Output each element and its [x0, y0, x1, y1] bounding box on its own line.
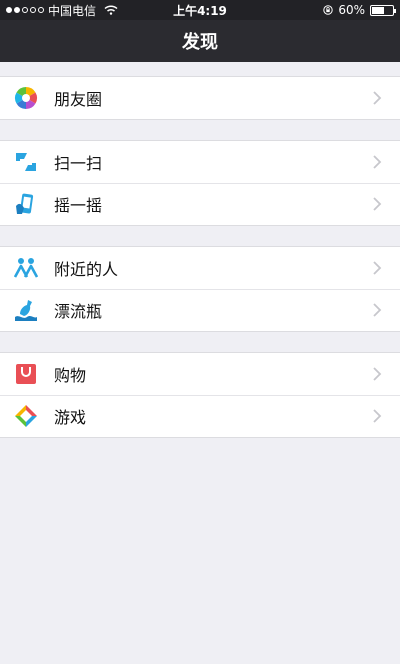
shopping-icon	[14, 362, 38, 386]
drift-bottle-row[interactable]: 漂流瓶	[0, 289, 400, 331]
shake-row[interactable]: 摇一摇	[0, 183, 400, 225]
chevron-right-icon	[373, 155, 382, 169]
chevron-right-icon	[373, 91, 382, 105]
shake-icon	[14, 192, 38, 216]
scan-row[interactable]: 扫一扫	[0, 141, 400, 183]
moments-row[interactable]: 朋友圈	[0, 77, 400, 119]
signal-strength-icon	[6, 7, 44, 13]
shopping-row[interactable]: 购物	[0, 353, 400, 395]
chevron-right-icon	[373, 197, 382, 211]
discover-list: 朋友圈 扫一扫 摇一摇 附近的人 漂流瓶 购物 游戏	[0, 62, 400, 438]
chevron-right-icon	[373, 367, 382, 381]
group-scan-shake: 扫一扫 摇一摇	[0, 140, 400, 226]
shopping-label: 购物	[54, 366, 87, 385]
games-row[interactable]: 游戏	[0, 395, 400, 437]
games-label: 游戏	[54, 408, 87, 427]
group-shop-games: 购物 游戏	[0, 352, 400, 438]
carrier-name: 中国电信	[48, 3, 97, 18]
shake-label: 摇一摇	[54, 196, 103, 215]
people-nearby-row[interactable]: 附近的人	[0, 247, 400, 289]
drift-bottle-label: 漂流瓶	[54, 302, 103, 321]
scan-label: 扫一扫	[54, 154, 103, 173]
scan-icon	[14, 150, 38, 174]
games-icon	[14, 404, 38, 428]
group-nearby-bottle: 附近的人 漂流瓶	[0, 246, 400, 332]
people-nearby-label: 附近的人	[54, 260, 119, 279]
chevron-right-icon	[373, 261, 382, 275]
wifi-icon	[104, 5, 118, 15]
moments-icon	[14, 86, 38, 110]
chevron-right-icon	[373, 409, 382, 423]
status-bar: 中国电信 上午4:19 60%	[0, 0, 400, 20]
chevron-right-icon	[373, 303, 382, 317]
moments-label: 朋友圈	[54, 90, 103, 109]
people-nearby-icon	[14, 256, 38, 280]
battery-percent: 60%	[338, 3, 365, 17]
battery-icon	[370, 4, 396, 16]
nav-bar: 发现	[0, 20, 400, 62]
drift-bottle-icon	[14, 298, 38, 322]
orientation-lock-icon	[323, 5, 334, 15]
page-title: 发现	[182, 32, 218, 53]
group-moments: 朋友圈	[0, 76, 400, 120]
